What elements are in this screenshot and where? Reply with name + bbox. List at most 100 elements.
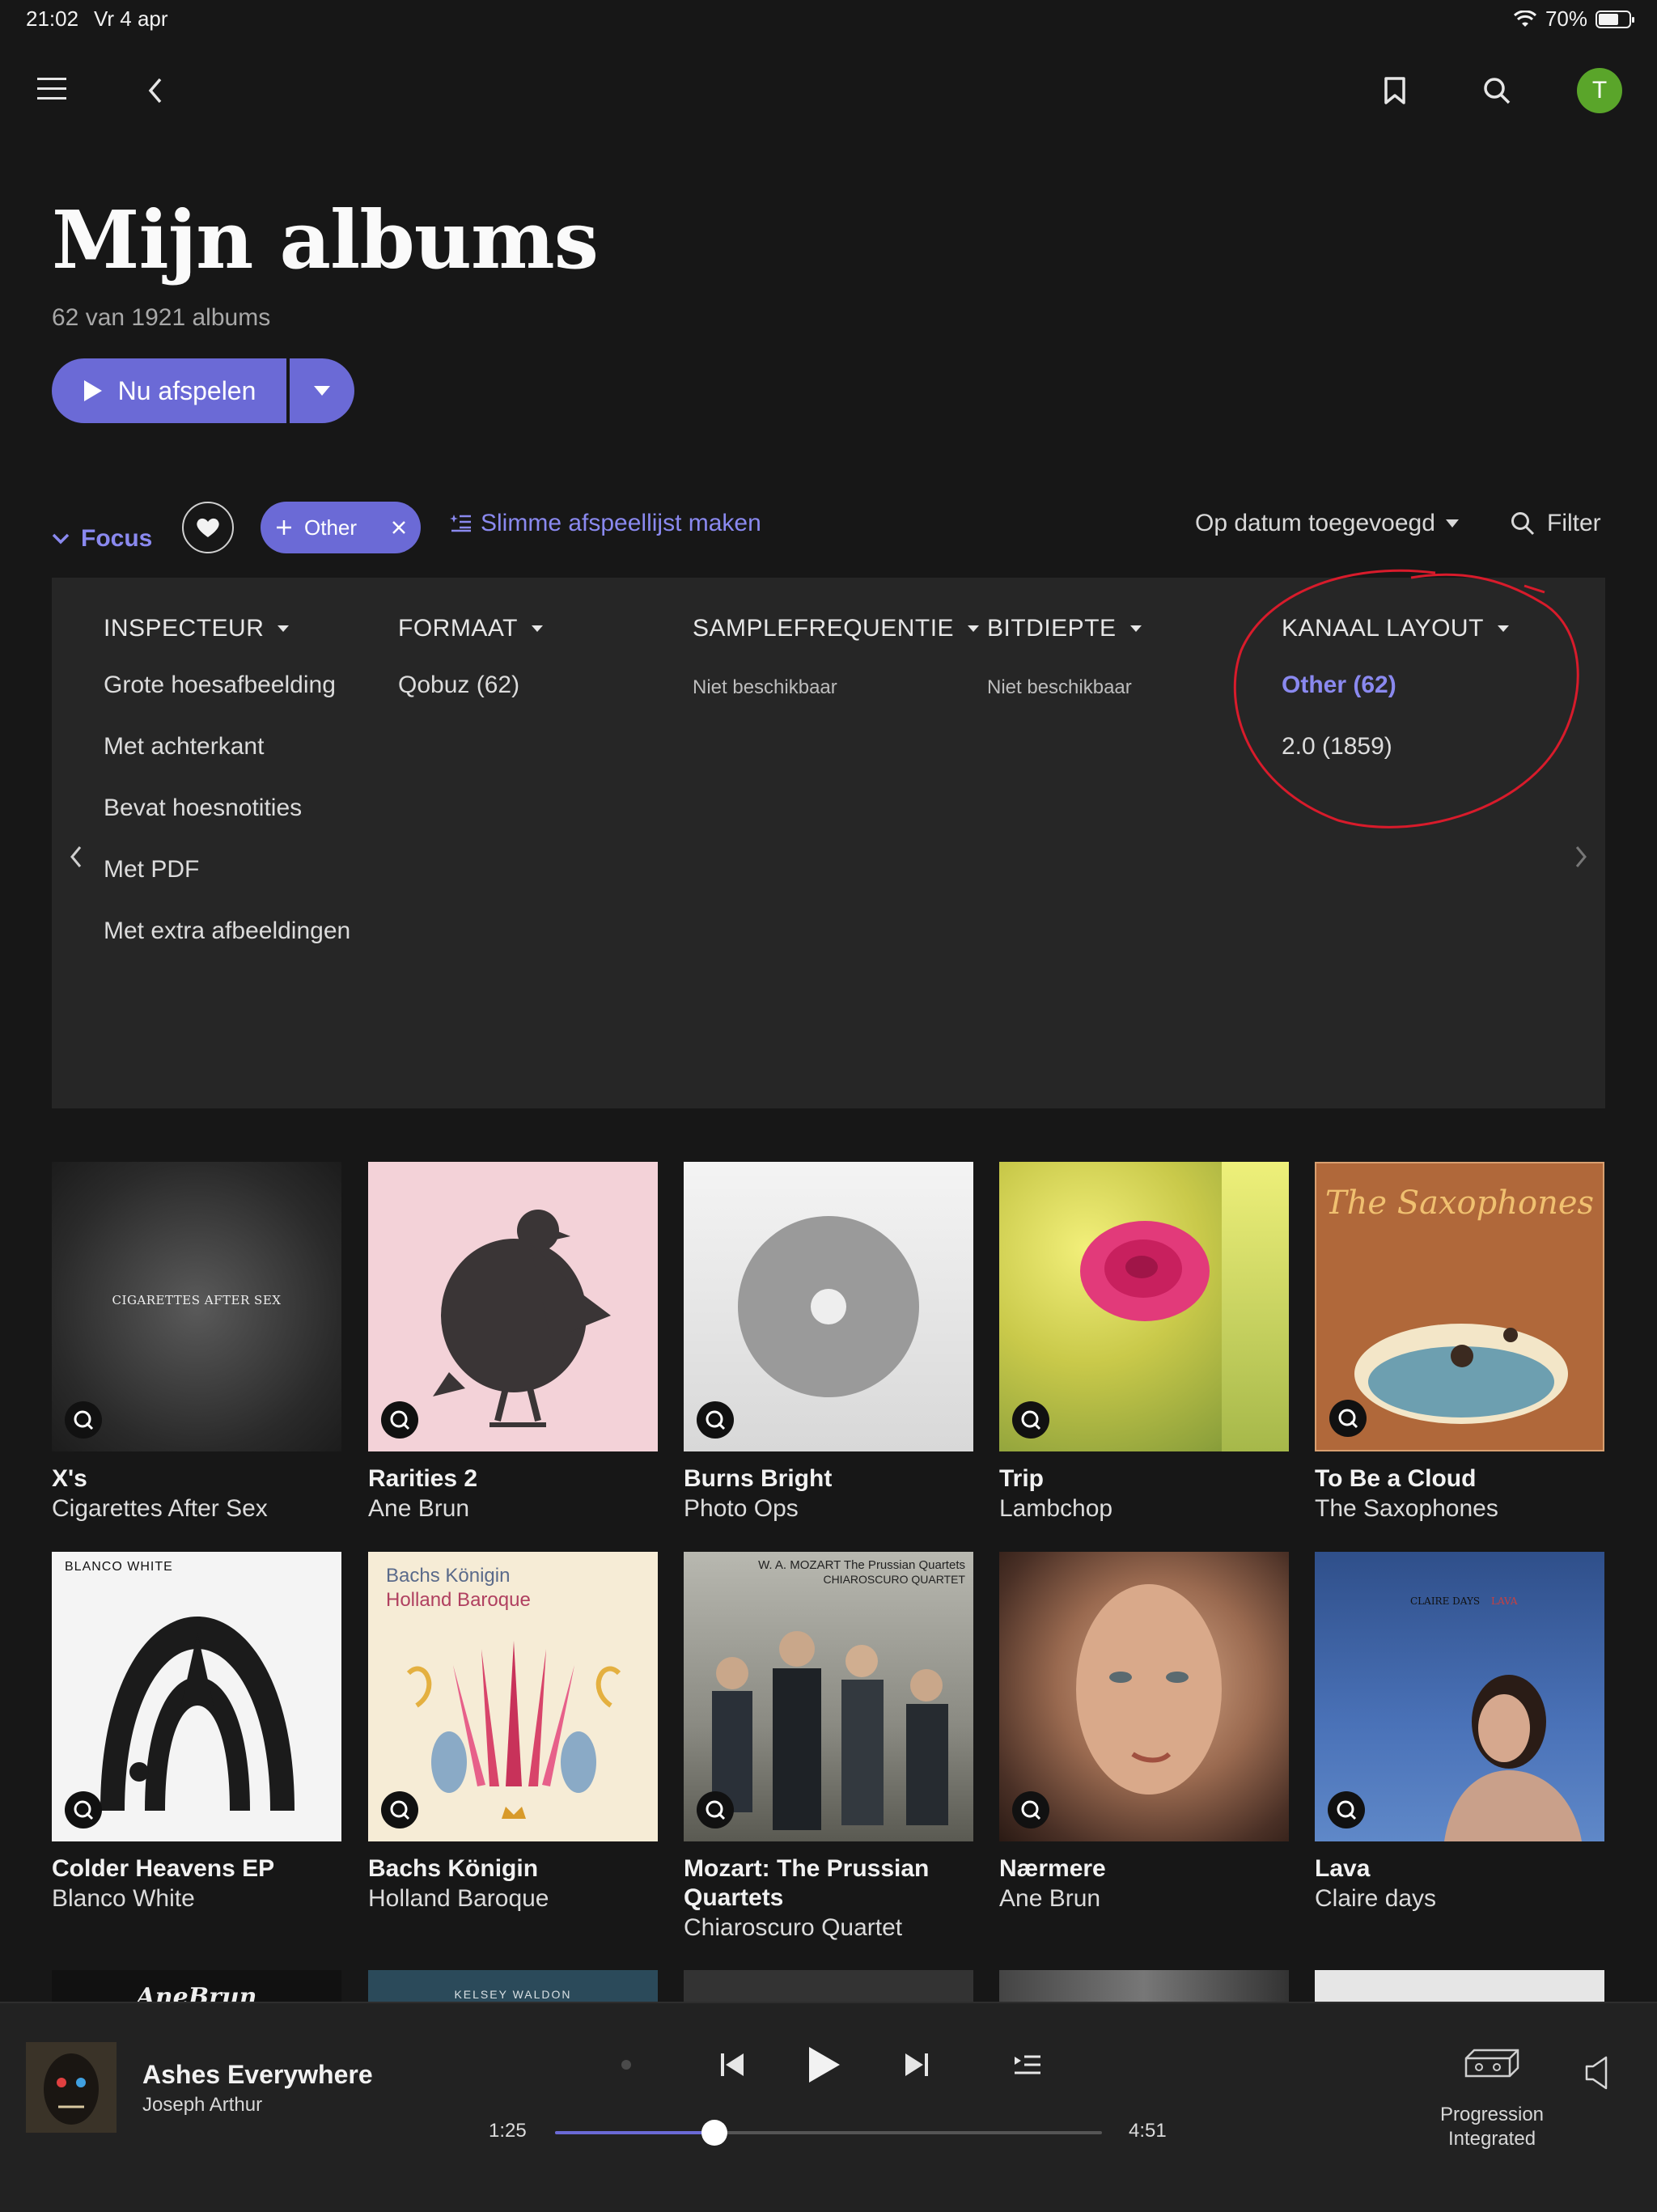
album-artist[interactable]: The Saxophones: [1315, 1494, 1604, 1524]
focus-option[interactable]: Met achterkant: [104, 733, 350, 765]
play-now-label: Nu afspelen: [117, 375, 256, 405]
album-cover[interactable]: [368, 1162, 658, 1451]
album-card[interactable]: BLANCO WHITE Colder Heavens EP Blanco Wh…: [52, 1552, 341, 1914]
focus-column-header[interactable]: INSPECTEUR: [104, 615, 350, 642]
focus-option[interactable]: Met PDF: [104, 856, 350, 888]
page-title: Mijn albums: [52, 194, 599, 287]
focus-option[interactable]: Met extra afbeeldingen: [104, 917, 350, 950]
album-cover[interactable]: [999, 1552, 1289, 1841]
album-title[interactable]: To Be a Cloud: [1315, 1464, 1604, 1494]
sort-dropdown[interactable]: Op datum toegevoegd: [1195, 510, 1460, 537]
panel-next-icon[interactable]: [1573, 845, 1589, 873]
album-title[interactable]: Rarities 2: [368, 1464, 658, 1494]
portrait-face: [1076, 1584, 1222, 1795]
caret-down-icon: [278, 625, 290, 632]
album-artist[interactable]: Cigarettes After Sex: [52, 1494, 341, 1524]
filter-button[interactable]: Filter: [1510, 510, 1601, 537]
album-title[interactable]: Nærmere: [999, 1854, 1289, 1884]
now-playing-artist[interactable]: Joseph Arthur: [142, 2094, 262, 2117]
album-card[interactable]: Trip Lambchop: [999, 1162, 1289, 1524]
focus-column-header[interactable]: SAMPLEFREQUENTIE: [693, 615, 980, 642]
album-artist[interactable]: Chiaroscuro Quartet: [684, 1913, 973, 1943]
album-cover[interactable]: W. A. MOZART The Prussian Quartets CHIAR…: [684, 1552, 973, 1841]
play-options-button[interactable]: [290, 358, 354, 423]
album-title[interactable]: Trip: [999, 1464, 1289, 1494]
focus-option[interactable]: Grote hoesafbeelding: [104, 672, 350, 704]
volume-icon[interactable]: [1578, 2049, 1618, 2097]
album-card[interactable]: CIGARETTES AFTER SEX X's Cigarettes Afte…: [52, 1162, 341, 1524]
next-track-icon[interactable]: [896, 2040, 935, 2089]
album-cover-partial[interactable]: [684, 1970, 973, 2002]
rose-illustration: [1080, 1221, 1210, 1321]
radio-indicator-icon: [618, 2040, 634, 2089]
progress-slider[interactable]: [555, 2120, 1102, 2146]
close-icon[interactable]: [392, 520, 406, 535]
focus-column-header[interactable]: BITDIEPTE: [987, 615, 1142, 642]
bookmark-icon[interactable]: [1375, 71, 1414, 110]
now-playing-title[interactable]: Ashes Everywhere: [142, 2060, 373, 2090]
album-cover[interactable]: CLAIRE DAYS LAVA: [1315, 1552, 1604, 1841]
album-card[interactable]: Burns Bright Photo Ops: [684, 1162, 973, 1524]
album-cover[interactable]: [684, 1162, 973, 1451]
album-cover-partial[interactable]: [1315, 1970, 1604, 2002]
album-card[interactable]: Rarities 2 Ane Brun: [368, 1162, 658, 1524]
album-title[interactable]: Bachs Königin: [368, 1854, 658, 1884]
qobuz-icon: [1329, 1400, 1367, 1437]
album-artist[interactable]: Claire days: [1315, 1884, 1604, 1914]
instruments-illustration: [406, 1641, 621, 1819]
avatar[interactable]: T: [1577, 68, 1622, 113]
album-artist[interactable]: Lambchop: [999, 1494, 1289, 1524]
album-cover[interactable]: The Saxophones: [1315, 1162, 1604, 1451]
album-cover[interactable]: Bachs Königin Holland Baroque: [368, 1552, 658, 1841]
album-card[interactable]: Nærmere Ane Brun: [999, 1552, 1289, 1914]
album-card[interactable]: The Saxophones To Be a Cloud The Saxopho…: [1315, 1162, 1604, 1524]
album-artist[interactable]: Blanco White: [52, 1884, 341, 1914]
progress-knob[interactable]: [701, 2120, 728, 2146]
album-artist[interactable]: Ane Brun: [368, 1494, 658, 1524]
bird-illustration: [433, 1210, 611, 1427]
album-title[interactable]: X's: [52, 1464, 341, 1494]
album-card[interactable]: CLAIRE DAYS LAVA Lava Claire days: [1315, 1552, 1604, 1914]
album-title[interactable]: Burns Bright: [684, 1464, 973, 1494]
album-cover-partial[interactable]: AneBrun: [52, 1970, 341, 2002]
back-icon[interactable]: [139, 71, 172, 110]
album-artist[interactable]: Photo Ops: [684, 1494, 973, 1524]
audio-zone-selector[interactable]: Progression Integrated: [1424, 2047, 1560, 2151]
cover-subtext: Holland Baroque: [386, 1589, 531, 1611]
filter-chip-other[interactable]: Other: [261, 502, 421, 553]
album-cover[interactable]: CIGARETTES AFTER SEX: [52, 1162, 341, 1451]
panel-prev-icon[interactable]: [68, 845, 84, 873]
caret-down-icon: [531, 625, 543, 632]
album-card[interactable]: Bachs Königin Holland Baroque Bachs Köni…: [368, 1552, 658, 1914]
focus-option[interactable]: Qobuz (62): [398, 672, 544, 704]
album-cover[interactable]: [999, 1162, 1289, 1451]
focus-column-header[interactable]: FORMAAT: [398, 615, 544, 642]
album-title[interactable]: Lava: [1315, 1854, 1604, 1884]
now-playing-cover[interactable]: [26, 2042, 117, 2133]
play-icon[interactable]: [801, 2040, 846, 2089]
album-cover-partial[interactable]: [999, 1970, 1289, 2002]
search-icon: [1511, 512, 1535, 536]
play-now-button[interactable]: Nu afspelen: [52, 358, 286, 423]
queue-icon[interactable]: [1010, 2040, 1045, 2089]
previous-track-icon[interactable]: [714, 2040, 752, 2089]
focus-option[interactable]: Bevat hoesnotities: [104, 795, 350, 827]
disc-placeholder-icon: [738, 1216, 919, 1397]
album-cover[interactable]: BLANCO WHITE: [52, 1552, 341, 1841]
cover-text: AneBrun: [136, 1983, 257, 2002]
cover-text: BLANCO WHITE: [65, 1560, 173, 1574]
album-artist[interactable]: Holland Baroque: [368, 1884, 658, 1914]
favorites-filter-button[interactable]: [182, 502, 234, 553]
filter-chip-label: Other: [304, 515, 358, 540]
plus-icon: [277, 520, 291, 535]
focus-toggle[interactable]: Focus: [52, 513, 152, 565]
album-title[interactable]: Colder Heavens EP: [52, 1854, 341, 1884]
album-artist[interactable]: Ane Brun: [999, 1884, 1289, 1914]
smart-playlist-button[interactable]: Slimme afspeellijst maken: [450, 510, 761, 537]
album-card[interactable]: W. A. MOZART The Prussian Quartets CHIAR…: [684, 1552, 973, 1943]
menu-icon[interactable]: [32, 70, 71, 108]
chevron-down-icon: [52, 533, 70, 545]
search-icon[interactable]: [1477, 71, 1516, 110]
album-title[interactable]: Mozart: The Prussian Quartets: [684, 1854, 973, 1913]
album-cover-partial[interactable]: KELSEY WALDON: [368, 1970, 658, 2002]
